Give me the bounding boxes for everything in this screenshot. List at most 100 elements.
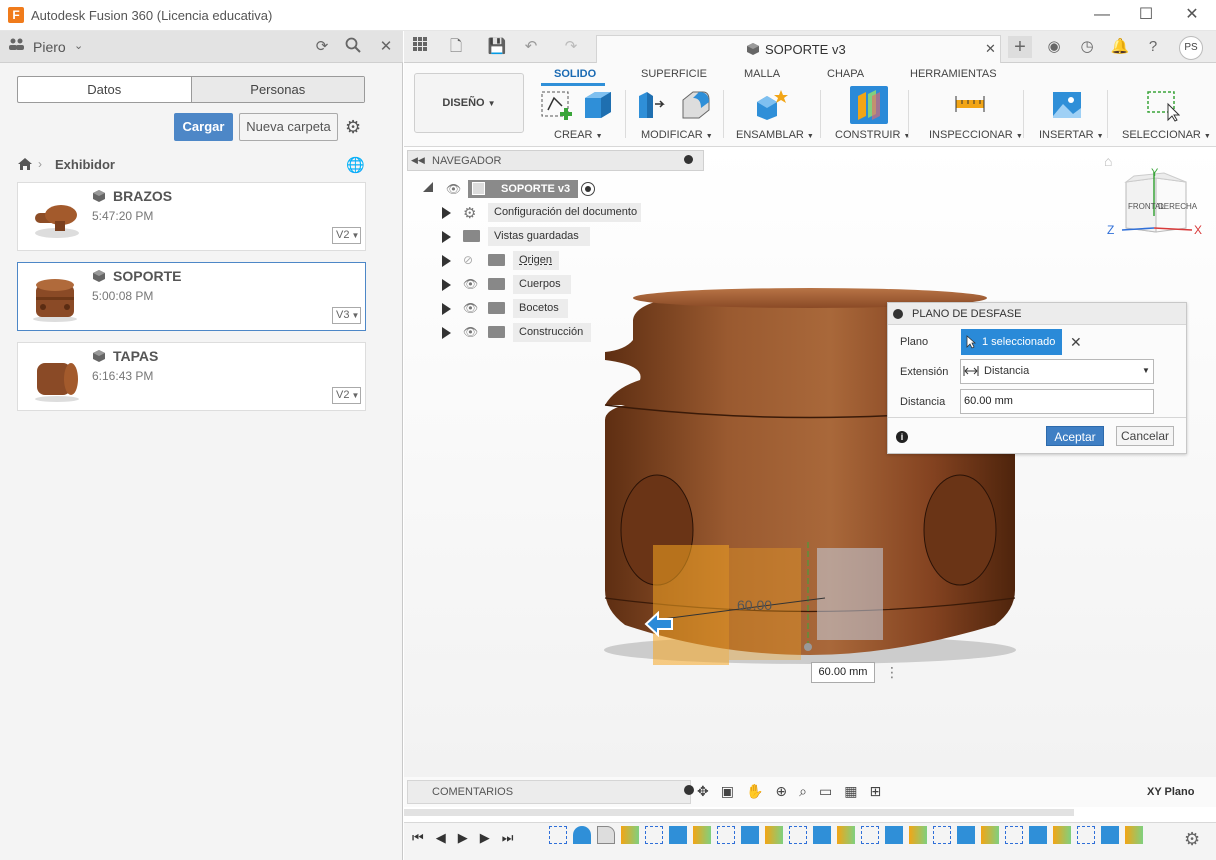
timeline-scrollbar[interactable]	[404, 809, 1074, 816]
timeline-extrude-icon[interactable]	[885, 826, 903, 844]
create-sketch-icon[interactable]	[540, 88, 574, 122]
browser-minimize-icon[interactable]	[684, 155, 693, 164]
insert-image-icon[interactable]	[1051, 90, 1083, 120]
step-forward-icon[interactable]: ▶	[480, 830, 490, 846]
construir-menu[interactable]: CONSTRUIR ▼	[835, 129, 910, 141]
timeline-extrude-icon[interactable]	[669, 826, 687, 844]
timeline-sketch-icon[interactable]	[549, 826, 567, 844]
inspeccionar-menu[interactable]: INSPECCIONAR ▼	[929, 129, 1023, 141]
eye-icon[interactable]: 👁	[463, 277, 478, 291]
collapse-browser-icon[interactable]: ◀◀	[411, 155, 425, 166]
tree-item-bodies[interactable]: Cuerpos	[513, 275, 571, 294]
close-tab-icon[interactable]: ✕	[985, 41, 996, 57]
timeline-plane-icon[interactable]	[1125, 826, 1143, 844]
timeline-plane-icon[interactable]	[621, 826, 639, 844]
tree-item-document-settings[interactable]: Configuración del documento	[488, 203, 641, 222]
save-icon[interactable]: 💾	[485, 36, 509, 58]
ensamblar-menu[interactable]: ENSAMBLAR ▼	[736, 129, 814, 141]
collapse-tree-icon[interactable]	[423, 182, 433, 192]
construct-button[interactable]	[850, 86, 888, 124]
timeline-sketch-icon[interactable]	[645, 826, 663, 844]
timeline-plane-icon[interactable]	[909, 826, 927, 844]
activate-radio-icon[interactable]	[581, 182, 595, 196]
seleccionar-menu[interactable]: SELECCIONAR ▼	[1122, 129, 1211, 141]
tree-item-construction[interactable]: Construcción	[513, 323, 591, 342]
upload-button[interactable]: Cargar	[174, 113, 233, 141]
close-window-button[interactable]: ✕	[1174, 4, 1210, 26]
info-icon[interactable]: i	[896, 431, 908, 443]
workspace-selector[interactable]: DISEÑO ▼	[414, 73, 524, 133]
tab-personas[interactable]: Personas	[190, 77, 364, 102]
timeline-extrude-icon[interactable]	[813, 826, 831, 844]
pan-icon[interactable]: ✋	[746, 783, 763, 800]
viewports-icon[interactable]: ⊞	[869, 783, 881, 800]
file-menu-icon[interactable]: 🗋	[444, 36, 468, 58]
tab-malla[interactable]: MALLA	[744, 68, 780, 80]
new-folder-button[interactable]: Nueva carpeta	[239, 113, 338, 141]
measure-icon[interactable]	[954, 94, 986, 114]
timeline-extrude-icon[interactable]	[1101, 826, 1119, 844]
timeline-sketch-icon[interactable]	[789, 826, 807, 844]
timeline-plane-icon[interactable]	[693, 826, 711, 844]
expand-icon[interactable]	[442, 279, 451, 291]
dialog-collapse-icon[interactable]	[893, 309, 903, 319]
eye-icon[interactable]: 👁	[463, 301, 478, 315]
grid-settings-icon[interactable]: ▦	[844, 783, 857, 800]
more-options-icon[interactable]: ⋮	[885, 664, 899, 681]
timeline-plane-icon[interactable]	[1053, 826, 1071, 844]
expand-icon[interactable]	[442, 303, 451, 315]
go-to-end-icon[interactable]: ⏭	[502, 830, 514, 846]
comments-expand-icon[interactable]	[684, 785, 694, 795]
eye-icon[interactable]: 👁	[446, 182, 461, 196]
version-dropdown[interactable]: V3 ▼	[332, 307, 361, 324]
globe-icon[interactable]: 🌐	[346, 156, 365, 174]
crear-menu[interactable]: CREAR ▼	[554, 129, 603, 141]
new-tab-icon[interactable]: +	[1008, 36, 1032, 58]
help-icon[interactable]: ?	[1141, 36, 1165, 58]
go-to-start-icon[interactable]: ⏮	[412, 830, 424, 846]
tab-superficie[interactable]: SUPERFICIE	[641, 68, 707, 80]
minimize-button[interactable]: —	[1084, 4, 1120, 26]
timeline-plane-icon[interactable]	[981, 826, 999, 844]
viewcube[interactable]: FRONTAL DERECHA Y Z X	[1104, 166, 1208, 256]
clear-selection-icon[interactable]: ✕	[1070, 334, 1082, 351]
timeline-settings-gear-icon[interactable]: ⚙	[1184, 829, 1200, 850]
tree-item-origin[interactable]: Origen	[513, 251, 559, 270]
extensions-icon[interactable]: ◉	[1042, 36, 1066, 58]
maximize-button[interactable]: ☐	[1128, 4, 1164, 26]
fillet-icon[interactable]	[679, 88, 713, 122]
timeline-extrude-icon[interactable]	[1029, 826, 1047, 844]
press-pull-icon[interactable]	[637, 88, 669, 122]
avatar[interactable]: PS	[1179, 36, 1203, 60]
timeline-plane-icon[interactable]	[837, 826, 855, 844]
timeline-extrude-icon[interactable]	[957, 826, 975, 844]
undo-icon[interactable]: ↶	[519, 36, 543, 58]
redo-icon[interactable]: ↷	[559, 36, 583, 58]
version-dropdown[interactable]: V2 ▼	[332, 227, 361, 244]
extent-dropdown[interactable]: Distancia	[960, 359, 1154, 384]
tab-herramientas[interactable]: HERRAMIENTAS	[910, 68, 997, 80]
orbit-icon[interactable]: ✥	[697, 783, 709, 800]
timeline-sketch-icon[interactable]	[717, 826, 735, 844]
zoom-icon[interactable]: ⊕	[775, 783, 787, 800]
timeline-plane-icon[interactable]	[765, 826, 783, 844]
version-dropdown[interactable]: V2 ▼	[332, 387, 361, 404]
data-panel-grid-icon[interactable]	[408, 36, 432, 58]
notifications-icon[interactable]: 🔔	[1108, 36, 1132, 58]
search-icon[interactable]	[342, 37, 364, 57]
step-back-icon[interactable]: ◀	[436, 830, 446, 846]
expand-icon[interactable]	[442, 327, 451, 339]
timeline-revolve-icon[interactable]	[573, 826, 591, 844]
timeline-fillet-icon[interactable]	[597, 826, 615, 844]
job-status-icon[interactable]: ◷	[1075, 36, 1099, 58]
modificar-menu[interactable]: MODIFICAR ▼	[641, 129, 713, 141]
breadcrumb-folder[interactable]: Exhibidor	[55, 157, 115, 172]
expand-icon[interactable]	[442, 207, 451, 219]
chevron-down-icon[interactable]: ⌄	[74, 39, 83, 52]
tree-item-saved-views[interactable]: Vistas guardadas	[488, 227, 590, 246]
plane-selection-button[interactable]: 1 seleccionado	[961, 329, 1062, 355]
fit-icon[interactable]: ⌕	[799, 783, 807, 800]
tree-item-sketches[interactable]: Bocetos	[513, 299, 568, 318]
gear-icon[interactable]: ⚙	[345, 117, 361, 138]
select-icon[interactable]	[1146, 90, 1180, 122]
